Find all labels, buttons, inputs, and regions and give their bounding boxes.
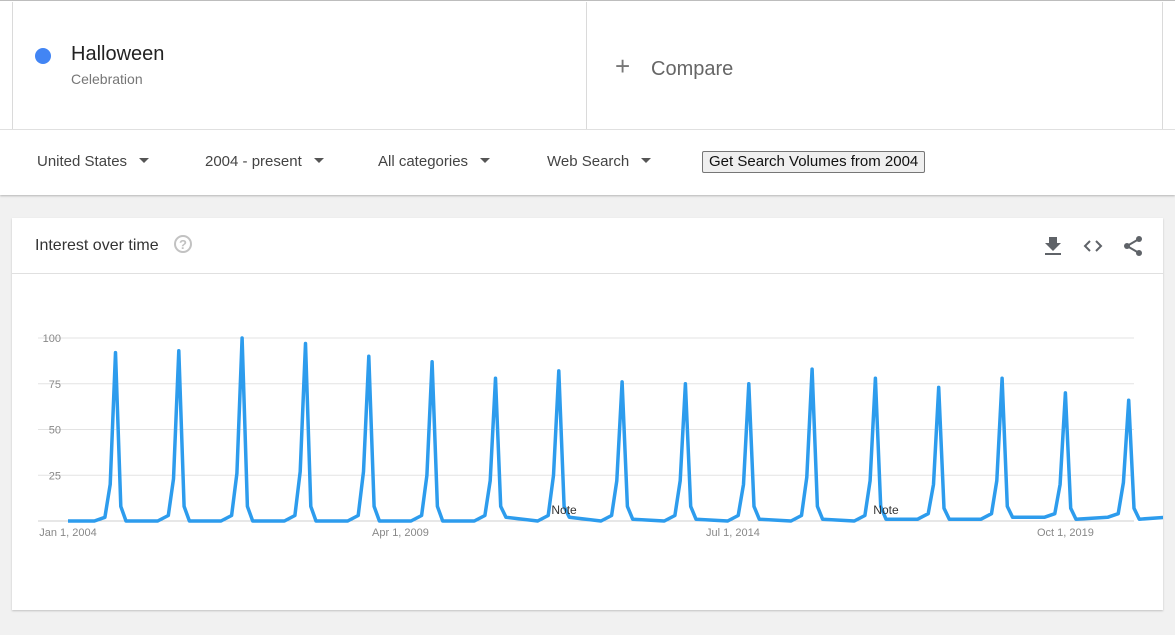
category-filter-label: All categories	[378, 153, 469, 170]
filter-bar: United States 2004 - present All categor…	[0, 129, 1175, 196]
category-filter[interactable]: All categories	[378, 153, 491, 170]
y-tick-label: 25	[49, 470, 61, 482]
search-volumes-button[interactable]: Get Search Volumes from 2004	[702, 151, 926, 173]
note-annotation: Note	[873, 503, 899, 517]
term-color-dot	[35, 48, 51, 64]
plus-icon[interactable]: +	[615, 53, 630, 79]
x-tick-label: Apr 1, 2009	[372, 527, 429, 539]
region-filter[interactable]: United States	[37, 153, 150, 170]
term-name[interactable]: Halloween	[71, 43, 164, 66]
explore-header: Halloween Celebration + Compare United S…	[0, 0, 1175, 195]
y-tick-label: 100	[43, 333, 61, 345]
chevron-down-icon	[139, 157, 150, 163]
chevron-down-icon	[313, 157, 324, 163]
y-tick-label: 75	[49, 379, 61, 391]
chevron-down-icon	[641, 157, 652, 163]
search-term-card[interactable]: Halloween Celebration	[12, 2, 587, 129]
x-tick-label: Oct 1, 2019	[1037, 527, 1094, 539]
compare-label[interactable]: Compare	[651, 58, 733, 81]
x-tick-label: Jul 1, 2014	[706, 527, 760, 539]
property-filter[interactable]: Web Search	[547, 153, 652, 170]
property-filter-label: Web Search	[547, 153, 630, 170]
x-tick-label: Jan 1, 2004	[39, 527, 97, 539]
term-type: Celebration	[71, 71, 143, 87]
time-filter[interactable]: 2004 - present	[205, 153, 324, 170]
interest-line-chart: 25 50 75 100 Jan 1, 2004 Apr 1, 2009 Jul 1, 20…	[38, 333, 1163, 539]
interest-over-time-card: Interest over time ? 25 50 75 100 Jan 1, 200…	[12, 218, 1163, 610]
region-filter-label: United States	[37, 153, 128, 170]
compare-card[interactable]: + Compare	[588, 2, 1163, 129]
note-annotation: Note	[551, 503, 577, 517]
time-filter-label: 2004 - present	[205, 153, 302, 170]
chevron-down-icon	[480, 157, 491, 163]
y-tick-label: 50	[49, 425, 61, 437]
